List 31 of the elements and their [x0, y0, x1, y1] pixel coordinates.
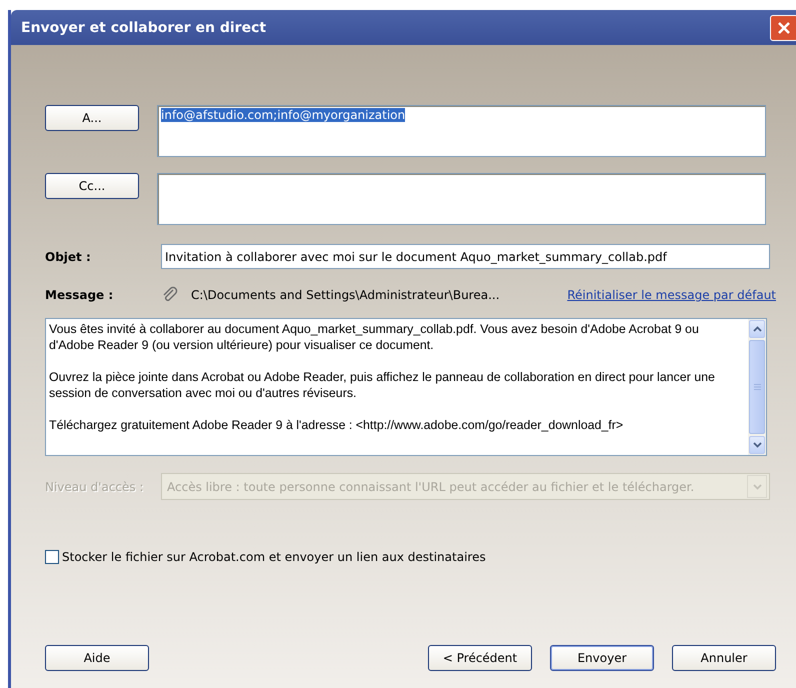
scrollbar[interactable] — [748, 319, 766, 455]
store-option-label: Stocker le fichier sur Acrobat.com et envoyer un lien aux destinataires — [62, 550, 486, 564]
dialog-button[interactable]: Annuler — [672, 645, 776, 671]
cc-field[interactable] — [157, 173, 766, 225]
dialog-button[interactable]: < Précédent — [428, 645, 532, 671]
grip-icon — [754, 384, 760, 390]
message-field[interactable] — [45, 318, 767, 456]
recipient-button[interactable]: A... — [45, 105, 139, 131]
message-paragraph: Téléchargez gratuitement Adobe Reader 9 à l'adresse : <http://www.adobe.com/go/reader_download_fr> — [49, 417, 624, 433]
close-button[interactable] — [770, 14, 796, 40]
recipient-field[interactable]: info@afstudio.com;info@myorganization — [157, 105, 766, 157]
attachment-path: C:\Documents and Settings\Administrateur\Burea... — [191, 288, 500, 302]
scroll-up-button[interactable] — [749, 320, 765, 338]
dialog-button[interactable]: Envoyer — [550, 645, 654, 671]
access-level-label: Niveau d'accès : — [45, 480, 145, 494]
close-icon — [777, 20, 791, 34]
message-paragraph: Ouvrez la pièce jointe dans Acrobat ou Adobe Reader, puis affichez le panneau de collaboration en direct pour lancer une session de conversation avec moi ou d'autres réviseurs. — [49, 369, 716, 401]
subject-field[interactable]: Invitation à collaborer avec moi sur le document Aquo_market_summary_collab.pdf — [161, 244, 770, 269]
scroll-down-button[interactable] — [749, 436, 765, 454]
caret-icon — [752, 484, 762, 490]
message-label: Message : — [45, 288, 114, 302]
window-title: Envoyer et collaborer en direct — [21, 20, 266, 36]
cc-button[interactable]: Cc... — [45, 173, 139, 199]
reset-message-link[interactable]: Réinitialiser le message par défaut — [567, 288, 776, 302]
recipient-address: info@afstudio.com;info@myorganization — [161, 108, 406, 122]
store-checkbox[interactable] — [45, 550, 59, 564]
scroll-thumb[interactable] — [749, 340, 765, 434]
subject-label: Objet : — [45, 250, 92, 264]
dialog-button[interactable]: Aide — [45, 645, 149, 671]
message-paragraph: Vous êtes invité à collaborer au document Aquo_market_summary_collab.pdf. Vous avez besoin d'Adobe Acrobat 9 ou d'Adobe Reader 9 (ou version ultérieure) pour visualiser ce document. — [49, 321, 700, 353]
paperclip-icon — [161, 286, 179, 304]
